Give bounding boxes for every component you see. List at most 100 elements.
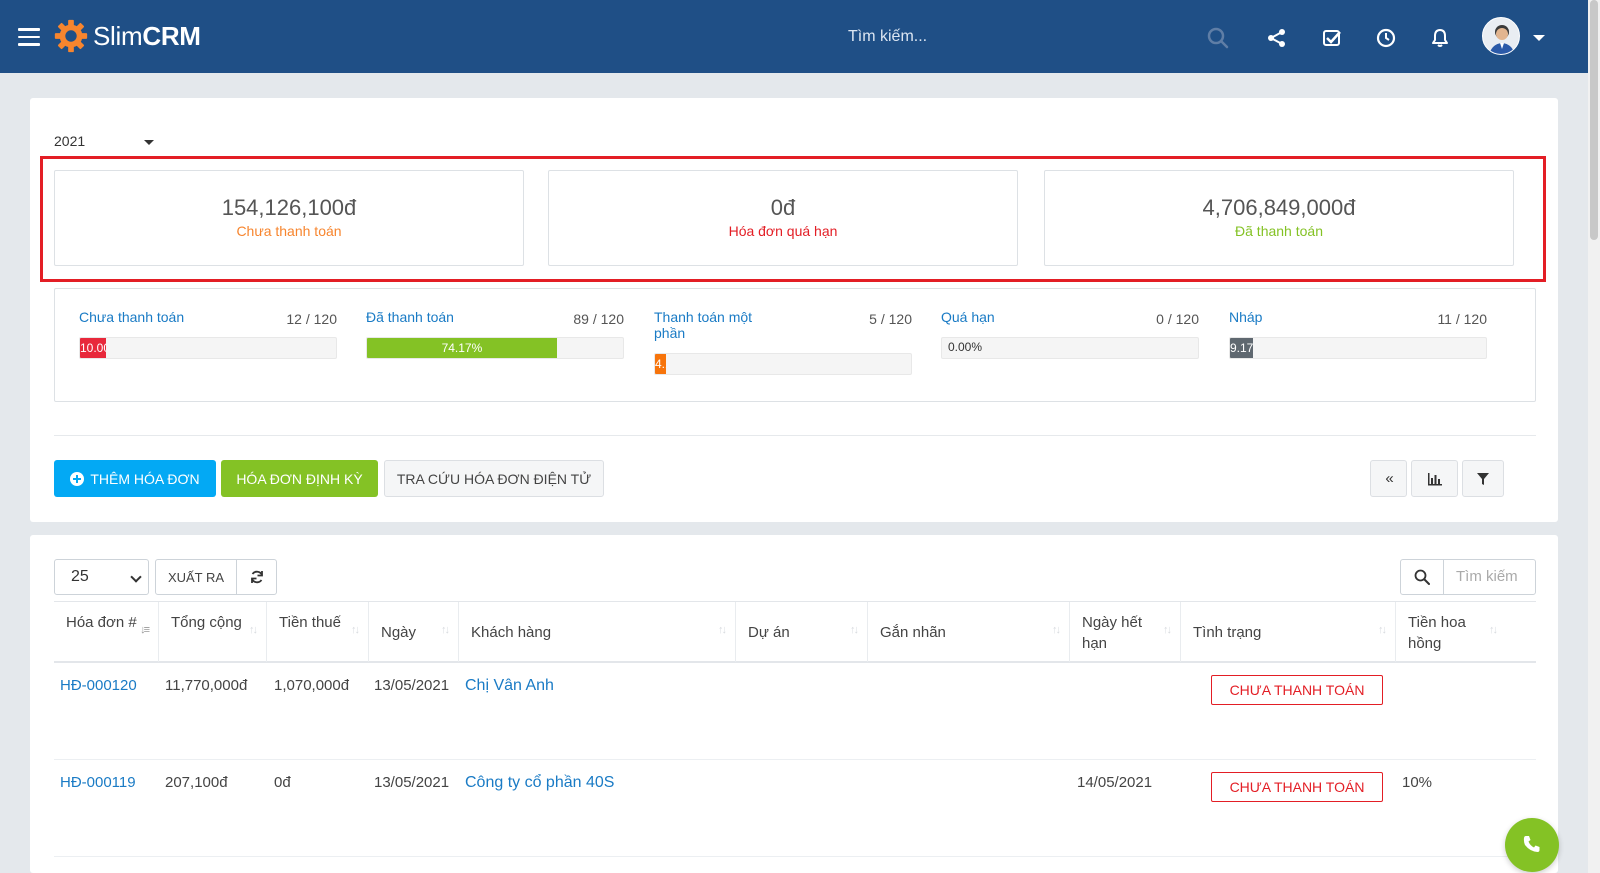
page-scrollbar[interactable]	[1588, 0, 1600, 873]
bell-icon[interactable]	[1429, 27, 1451, 49]
app-logo[interactable]: SlimCRM	[52, 14, 201, 58]
hamburger-menu-icon[interactable]	[18, 28, 40, 46]
invoice-commission: 10%	[1402, 774, 1433, 791]
column-label: Khách hàng	[471, 624, 552, 641]
col-total[interactable]: Tổng cộng ↑↓	[159, 602, 267, 662]
bar-chart-icon[interactable]	[1411, 460, 1458, 497]
progress-fill: 4.17%	[655, 354, 666, 374]
progress-track: 10.00%	[79, 337, 337, 359]
export-button[interactable]: XUẤT RA	[155, 559, 237, 595]
phone-call-icon[interactable]	[1505, 818, 1559, 872]
stat-card-overdue: 0đ Hóa đơn quá hạn	[548, 170, 1018, 266]
add-invoice-button[interactable]: THÊM HÓA ĐƠN	[54, 460, 216, 497]
column-label: Tiền hoa hồng	[1408, 614, 1466, 652]
plus-circle-icon	[70, 471, 85, 486]
table-row: HĐ-000120 11,770,000đ 1,070,000đ 13/05/2…	[54, 663, 1536, 760]
share-icon[interactable]	[1266, 27, 1288, 49]
col-commission[interactable]: Tiền hoa hồng ↑↓	[1396, 602, 1506, 662]
invoice-tax: 0đ	[274, 774, 291, 791]
column-label: Hóa đơn #	[66, 614, 137, 631]
invoice-tax: 1,070,000đ	[274, 677, 350, 694]
invoice-number-link[interactable]: HĐ-000119	[60, 774, 136, 791]
progress-overdue[interactable]: Quá hạn 0 / 120 0.00%	[941, 309, 1199, 359]
year-select-value: 2021	[54, 133, 86, 149]
collapse-icon[interactable]: «	[1370, 460, 1407, 497]
progress-paid[interactable]: Đã thanh toán 89 / 120 74.17%	[366, 309, 624, 359]
section-divider	[54, 435, 1536, 436]
column-label: Gắn nhãn	[880, 624, 946, 641]
invoice-due-date: 14/05/2021	[1077, 774, 1153, 791]
scrollbar-thumb[interactable]	[1590, 0, 1598, 240]
clock-icon[interactable]	[1375, 27, 1397, 49]
progress-percent: 0.00%	[948, 340, 983, 354]
col-date[interactable]: Ngày ↑↓	[369, 602, 459, 662]
progress-fill: 74.17%	[367, 338, 557, 358]
col-tax[interactable]: Tiền thuế ↑↓	[267, 602, 369, 662]
user-menu-caret-icon[interactable]	[1533, 35, 1545, 41]
column-label: Tình trạng	[1193, 624, 1262, 641]
status-badge: CHƯA THANH TOÁN	[1211, 675, 1383, 705]
column-label: Ngày	[381, 624, 417, 641]
page-size-value: 25	[71, 568, 89, 585]
filter-icon[interactable]	[1462, 460, 1504, 497]
stat-label: Đã thanh toán	[1235, 223, 1323, 239]
column-label: Tiền thuế	[279, 614, 341, 631]
col-tags[interactable]: Gắn nhãn ↑↓	[868, 602, 1070, 662]
status-badge: CHƯA THANH TOÁN	[1211, 772, 1383, 802]
progress-count: 11 / 120	[1437, 311, 1487, 327]
column-label: Tổng cộng	[171, 614, 242, 631]
status-progress-panel: Chưa thanh toán 12 / 120 10.00% Đã thanh…	[54, 288, 1536, 402]
stat-card-unpaid: 154,126,100đ Chưa thanh toán	[54, 170, 524, 266]
progress-count: 89 / 120	[573, 311, 624, 327]
progress-count: 12 / 120	[286, 311, 337, 327]
search-icon[interactable]	[1207, 27, 1229, 49]
table-search-input[interactable]: Tìm kiếm	[1443, 559, 1536, 595]
table-header: Hóa đơn # ↓≡ Tổng cộng ↑↓ Tiền thuế ↑↓ Ngày…	[54, 601, 1536, 663]
progress-title: Thanh toán một phần	[654, 309, 753, 341]
page-size-select[interactable]: 25	[54, 559, 149, 595]
chevron-down-icon	[130, 571, 142, 583]
stat-label: Chưa thanh toán	[236, 223, 342, 239]
stat-label: Hóa đơn quá hạn	[728, 223, 838, 239]
brand-name: SlimCRM	[93, 20, 201, 51]
col-customer[interactable]: Khách hàng ↑↓	[459, 602, 736, 662]
col-due-date[interactable]: Ngày hết hạn ↑↓	[1070, 602, 1181, 662]
stat-amount: 0đ	[770, 195, 796, 220]
invoice-table-panel: 25 XUẤT RA Tìm kiếm Hóa đơn # ↓≡ Tổng cộn…	[30, 535, 1558, 873]
stat-amount: 4,706,849,000đ	[1202, 195, 1356, 220]
recurring-invoice-button[interactable]: HÓA ĐƠN ĐỊNH KỲ	[221, 460, 378, 497]
table-row: HĐ-000119 207,100đ 0đ 13/05/2021 Công ty…	[54, 760, 1536, 857]
customer-link[interactable]: Chị Vân Anh	[465, 677, 554, 695]
customer-link[interactable]: Công ty cổ phần 40S	[465, 774, 614, 792]
column-label: Ngày hết hạn	[1082, 614, 1143, 652]
col-project[interactable]: Dự án ↑↓	[736, 602, 868, 662]
refresh-icon[interactable]	[236, 559, 277, 595]
progress-unpaid[interactable]: Chưa thanh toán 12 / 120 10.00%	[79, 309, 337, 359]
progress-count: 5 / 120	[869, 311, 912, 327]
progress-track: 74.17%	[366, 337, 624, 359]
invoice-date: 13/05/2021	[374, 774, 450, 791]
progress-partial[interactable]: Thanh toán một phần 5 / 120 4.17%	[654, 309, 912, 375]
global-search-input[interactable]: Tìm kiếm...	[848, 28, 927, 46]
col-status[interactable]: Tình trạng ↑↓	[1181, 602, 1396, 662]
invoice-total: 207,100đ	[165, 774, 228, 791]
user-avatar[interactable]	[1482, 17, 1520, 55]
task-check-icon[interactable]	[1321, 27, 1343, 49]
progress-draft[interactable]: Nháp 11 / 120 9.17%	[1229, 309, 1487, 359]
progress-track: 4.17%	[654, 353, 912, 375]
stat-card-paid: 4,706,849,000đ Đã thanh toán	[1044, 170, 1514, 266]
add-invoice-label: THÊM HÓA ĐƠN	[90, 470, 200, 487]
stat-amount: 154,126,100đ	[221, 195, 357, 220]
invoice-number-link[interactable]: HĐ-000120	[60, 677, 137, 694]
year-select[interactable]: 2021	[54, 133, 154, 153]
e-invoice-lookup-button[interactable]: TRA CỨU HÓA ĐƠN ĐIỆN TỬ	[384, 460, 604, 497]
invoice-total: 11,770,000đ	[165, 677, 248, 694]
table-search-icon[interactable]	[1400, 559, 1444, 595]
caret-down-icon	[144, 140, 154, 145]
invoice-date: 13/05/2021	[374, 677, 450, 694]
progress-fill: 10.00%	[80, 338, 106, 358]
progress-track: 9.17%	[1229, 337, 1487, 359]
col-invoice-number[interactable]: Hóa đơn # ↓≡	[54, 602, 159, 662]
gear-logo-icon	[54, 19, 88, 53]
progress-track: 0.00%	[941, 337, 1199, 359]
